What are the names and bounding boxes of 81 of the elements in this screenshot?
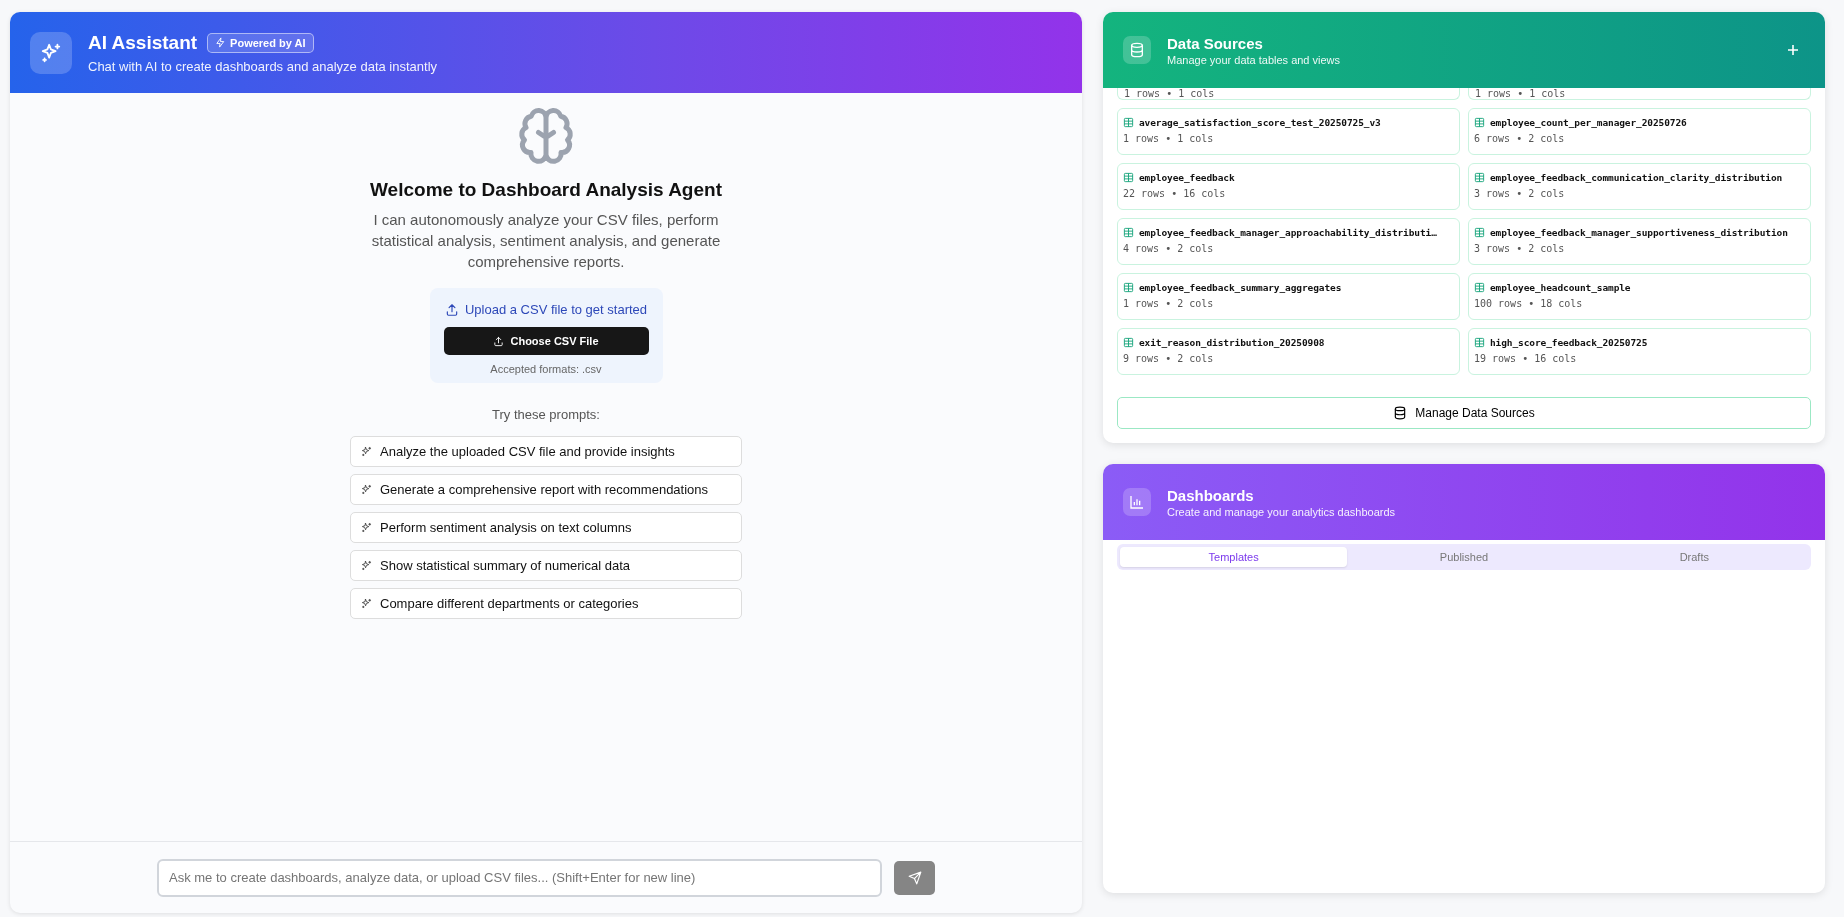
brain-icon (516, 105, 576, 165)
tab[interactable]: Published (1350, 547, 1578, 567)
card-subtitle: Create and manage your analytics dashboards (1167, 505, 1396, 518)
table-name: employee_feedback_manager_approachability_distributi… (1139, 227, 1437, 238)
table-name: employee_feedback_communication_clarity_distribution (1490, 172, 1783, 183)
table-card[interactable]: employee_feedback 22 rows • 16 cols (1117, 163, 1460, 210)
prompt-suggestion[interactable]: Analyze the uploaded CSV file and provide insights (350, 436, 742, 467)
table-meta: 1 rows • 1 cols (1475, 88, 1566, 99)
accepted-formats: Accepted formats: .csv (490, 363, 602, 375)
table-card[interactable]: 1 rows • 1 cols (1468, 88, 1811, 100)
table-meta: 1 rows • 2 cols (1123, 298, 1215, 309)
table-name: exit_reason_distribution_20250908 (1139, 337, 1325, 348)
upload-icon (444, 302, 459, 317)
table-card[interactable]: exit_reason_distribution_20250908 9 rows • 2 cols (1117, 328, 1460, 375)
card-title: Dashboards (1167, 486, 1255, 504)
table-name: employee_feedback (1139, 172, 1235, 183)
table-card[interactable]: employee_feedback_manager_supportiveness_distribution 3 rows • 2 cols (1468, 218, 1811, 265)
table-icon (1123, 172, 1134, 183)
bar-chart-icon (1129, 494, 1145, 510)
upload-icon (493, 335, 505, 347)
prompts-heading: Try these prompts: (492, 407, 600, 422)
sparkle-icon (361, 598, 372, 609)
table-icon (1474, 337, 1485, 348)
table-icon (1474, 172, 1485, 183)
table-card[interactable]: employee_feedback_summary_aggregates 1 rows • 2 cols (1117, 273, 1460, 320)
card-subtitle: Manage your data tables and views (1167, 53, 1341, 66)
prompt-suggestion[interactable]: Generate a comprehensive report with recommendations (350, 474, 742, 505)
database-icon (1393, 406, 1408, 420)
manage-button[interactable]: Manage Data Sources (1117, 397, 1811, 429)
table-name: employee_count_per_manager_20250726 (1490, 117, 1687, 128)
sparkle-icon (361, 484, 372, 495)
table-card[interactable]: employee_count_per_manager_20250726 6 rows • 2 cols (1468, 108, 1811, 155)
choose-file-button[interactable]: Choose CSV File (443, 327, 649, 355)
sparkle-icon (40, 41, 62, 64)
prompt-suggestion[interactable]: Perform sentiment analysis on text columns (350, 512, 742, 543)
table-icon (1123, 282, 1134, 293)
table-name: high_score_feedback_20250725 (1490, 337, 1648, 348)
chat-input[interactable]: Ask me to create dashboards, analyze data, or upload CSV files... (Shift+Enter for new line) (157, 858, 882, 897)
tab[interactable]: Templates (1120, 547, 1348, 567)
table-name: employee_feedback_manager_supportiveness_distribution (1490, 227, 1788, 238)
tab[interactable]: Drafts (1580, 547, 1808, 567)
card-title: Data Sources (1167, 34, 1264, 52)
database-icon (1129, 42, 1145, 58)
table-meta: 100 rows • 18 cols (1474, 298, 1584, 309)
table-card[interactable]: employee_feedback_communication_clarity_distribution 3 rows • 2 cols (1468, 163, 1811, 210)
table-meta: 19 rows • 16 cols (1474, 353, 1578, 364)
table-icon (1474, 282, 1485, 293)
table-meta: 22 rows • 16 cols (1123, 188, 1227, 199)
prompt-suggestion[interactable]: Show statistical summary of numerical data (350, 550, 742, 581)
sparkle-icon (361, 522, 372, 533)
table-meta: 9 rows • 2 cols (1123, 353, 1215, 364)
table-card[interactable]: 1 rows • 1 cols (1117, 88, 1460, 100)
lightning-icon (215, 37, 227, 48)
table-icon (1123, 117, 1134, 128)
table-meta: 1 rows • 1 cols (1124, 88, 1215, 99)
table-icon (1474, 227, 1485, 238)
table-name: employee_headcount_sample (1490, 282, 1631, 293)
table-icon (1123, 227, 1134, 238)
table-meta: 1 rows • 1 cols (1123, 133, 1215, 144)
table-meta: 4 rows • 2 cols (1123, 243, 1215, 254)
table-icon (1123, 337, 1134, 348)
table-meta: 3 rows • 2 cols (1474, 243, 1566, 254)
powered-badge: Powered by AI (207, 32, 314, 53)
table-card[interactable]: average_satisfaction_score_test_20250725_v3 1 rows • 1 cols (1117, 108, 1460, 155)
prompt-suggestion[interactable]: Compare different departments or categories (350, 588, 742, 619)
upload-prompt: Upload a CSV file to get started (464, 302, 648, 317)
table-card[interactable]: employee_feedback_manager_approachability_distributi… 4 rows • 2 cols (1117, 218, 1460, 265)
sparkle-icon (361, 560, 372, 571)
table-meta: 3 rows • 2 cols (1474, 188, 1566, 199)
table-name: employee_feedback_summary_aggregates (1139, 282, 1342, 293)
welcome-description: I can autonomously analyze your CSV files, perform statistical analysis, sentiment analysis, and generate comprehensive reports. (370, 210, 722, 272)
welcome-title: Welcome to Dashboard Analysis Agent (370, 179, 722, 201)
sparkle-icon (361, 446, 372, 457)
table-icon (1474, 117, 1485, 128)
panel-title: AI Assistant (88, 31, 198, 54)
send-icon (907, 870, 922, 885)
panel-subtitle: Chat with AI to create dashboards and analyze data instantly (88, 58, 438, 74)
table-card[interactable]: employee_headcount_sample 100 rows • 18 cols (1468, 273, 1811, 320)
table-meta: 6 rows • 2 cols (1474, 133, 1566, 144)
table-name: average_satisfaction_score_test_20250725_v3 (1139, 117, 1381, 128)
table-card[interactable]: high_score_feedback_20250725 19 rows • 16 cols (1468, 328, 1811, 375)
